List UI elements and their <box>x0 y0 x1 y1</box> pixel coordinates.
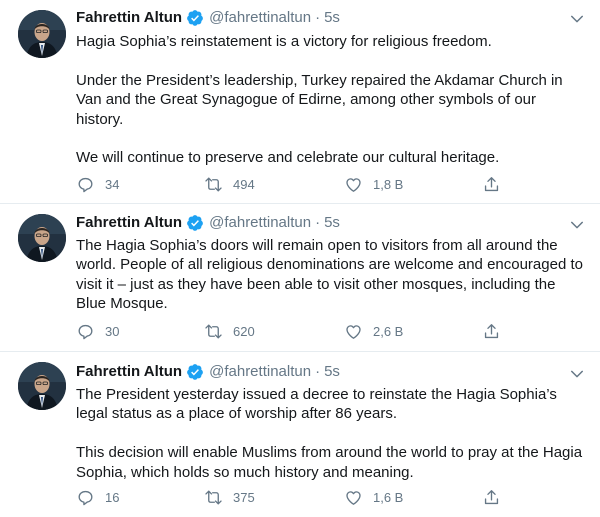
reply-icon <box>78 177 93 192</box>
tweet[interactable]: Fahrettin Altun @fahrettinaltun · 5s The… <box>0 352 600 517</box>
tweet-actions: 16 375 1,6 B <box>76 487 506 507</box>
chevron-down-icon[interactable] <box>568 216 586 234</box>
timestamp[interactable]: 5s <box>324 212 340 234</box>
reply-icon <box>78 324 93 339</box>
tweet-text: The Hagia Sophia’s doors will remain ope… <box>76 237 583 313</box>
reply-button[interactable]: 30 <box>76 321 119 341</box>
reply-icon <box>78 490 93 505</box>
avatar[interactable] <box>18 10 66 58</box>
verified-badge-icon <box>187 10 203 26</box>
avatar-photo <box>18 362 66 410</box>
heart-icon <box>346 324 361 339</box>
retweet-count: 620 <box>233 323 255 339</box>
author-name[interactable]: Fahrettin Altun <box>76 7 182 29</box>
tweet-header: Fahrettin Altun @fahrettinaltun · 5s <box>76 7 340 29</box>
heart-icon <box>346 177 361 192</box>
timestamp[interactable]: 5s <box>324 361 340 383</box>
chevron-down-icon[interactable] <box>568 10 586 28</box>
tweet-actions: 34 494 1,8 B <box>76 174 506 194</box>
tweet[interactable]: Fahrettin Altun @fahrettinaltun · 5s The… <box>0 204 600 352</box>
verified-badge-icon <box>187 215 203 231</box>
tweet-feed: Fahrettin Altun @fahrettinaltun · 5s Hag… <box>0 0 600 517</box>
retweet-icon <box>205 323 222 339</box>
author-handle[interactable]: @fahrettinaltun <box>209 212 311 234</box>
retweet-button[interactable]: 620 <box>204 321 255 341</box>
reply-count: 16 <box>105 489 120 505</box>
avatar-photo <box>18 10 66 58</box>
retweet-button[interactable]: 375 <box>204 487 255 507</box>
share-button[interactable] <box>482 174 501 194</box>
author-name[interactable]: Fahrettin Altun <box>76 361 182 383</box>
like-button[interactable]: 1,6 B <box>344 487 403 507</box>
reply-button[interactable]: 34 <box>76 174 119 194</box>
author-name[interactable]: Fahrettin Altun <box>76 212 182 234</box>
verified-badge-icon <box>187 364 203 380</box>
tweet-actions: 30 620 2,6 B <box>76 321 506 341</box>
reply-count: 34 <box>105 176 120 192</box>
tweet[interactable]: Fahrettin Altun @fahrettinaltun · 5s Hag… <box>0 0 600 204</box>
separator: · <box>315 363 321 380</box>
author-handle[interactable]: @fahrettinaltun <box>209 361 311 383</box>
like-count: 2,6 B <box>373 323 404 339</box>
tweet-header: Fahrettin Altun @fahrettinaltun · 5s <box>76 361 340 383</box>
reply-count: 30 <box>105 323 120 339</box>
retweet-button[interactable]: 494 <box>204 174 255 194</box>
retweet-count: 494 <box>233 176 255 192</box>
like-count: 1,6 B <box>373 489 404 505</box>
retweet-count: 375 <box>233 489 255 505</box>
avatar-photo <box>18 214 66 262</box>
heart-icon <box>346 490 361 505</box>
share-button[interactable] <box>482 321 501 341</box>
tweet-header: Fahrettin Altun @fahrettinaltun · 5s <box>76 212 340 234</box>
share-icon <box>484 323 499 338</box>
share-icon <box>484 176 499 191</box>
like-count: 1,8 B <box>373 176 404 192</box>
like-button[interactable]: 1,8 B <box>344 174 403 194</box>
author-handle[interactable]: @fahrettinaltun <box>209 7 311 29</box>
tweet-text: The President yesterday issued a decree … <box>76 386 583 481</box>
reply-button[interactable]: 16 <box>76 487 119 507</box>
avatar[interactable] <box>18 214 66 262</box>
like-button[interactable]: 2,6 B <box>344 321 403 341</box>
timestamp[interactable]: 5s <box>324 7 340 29</box>
retweet-icon <box>205 176 222 192</box>
retweet-icon <box>205 489 222 505</box>
separator: · <box>315 9 321 26</box>
share-button[interactable] <box>482 487 501 507</box>
chevron-down-icon[interactable] <box>568 365 586 383</box>
tweet-text: Hagia Sophia’s reinstatement is a victor… <box>76 33 563 167</box>
avatar[interactable] <box>18 362 66 410</box>
share-icon <box>484 489 499 504</box>
separator: · <box>315 214 321 231</box>
